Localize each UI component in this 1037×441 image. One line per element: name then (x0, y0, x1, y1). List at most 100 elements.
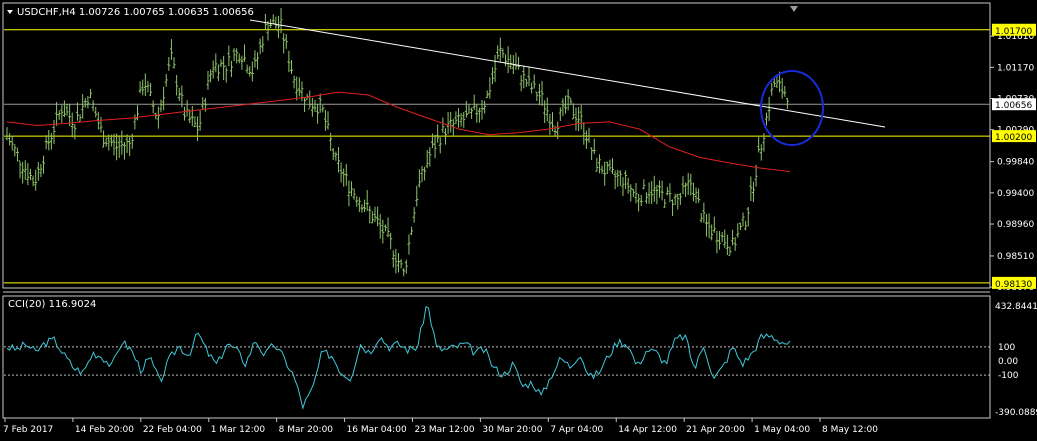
price-bar (360, 204, 364, 213)
price-bar (318, 93, 322, 113)
price-bar (631, 188, 635, 198)
price-bar (107, 134, 111, 151)
price-tick-label: 0.99840 (997, 158, 1034, 168)
metatrader-chart-window: 1.016101.011701.007301.002900.998400.994… (0, 0, 1037, 441)
time-tick-label: 1 Mar 12:00 (211, 425, 266, 435)
price-bar (271, 14, 275, 24)
price-bar (605, 161, 609, 175)
price-bar (227, 45, 231, 67)
price-bar (650, 181, 654, 205)
price-bar (261, 36, 265, 53)
price-tick-label: 0.98960 (997, 220, 1034, 230)
price-bar (394, 248, 398, 274)
price-bar (89, 88, 93, 99)
price-bar (480, 100, 484, 120)
price-bar (211, 60, 215, 79)
price-bar (5, 127, 9, 141)
trend-line[interactable] (249, 19, 886, 128)
price-bar (571, 103, 575, 120)
price-bar (151, 100, 155, 114)
price-bar (624, 170, 628, 189)
price-bar (389, 232, 393, 250)
price-bar (715, 230, 719, 254)
price-bar (350, 181, 354, 197)
cci-level-label: 100 (998, 343, 1015, 353)
price-bar (373, 206, 377, 222)
cci-level-label: -100 (998, 371, 1019, 381)
price-bar (467, 104, 471, 114)
price-bar (162, 86, 166, 111)
price-bar (660, 180, 664, 201)
price-bar (751, 181, 755, 202)
price-bar (621, 177, 625, 197)
price-bar (94, 106, 98, 118)
price-tag-2: 1.00200 (995, 133, 1032, 143)
price-bar (686, 172, 690, 195)
price-bar (524, 78, 528, 87)
menu-dropdown-icon[interactable] (7, 10, 13, 14)
chart-shift-marker-icon[interactable] (790, 6, 798, 12)
price-bar (263, 13, 267, 30)
price-bar (154, 112, 158, 120)
price-bar (472, 94, 476, 110)
cci-level-label: 0.00 (998, 357, 1018, 367)
main-chart-frame (2, 2, 991, 289)
price-bar (169, 39, 173, 60)
time-axis[interactable]: 7 Feb 2017 14 Feb 20:00 22 Feb 04:00 1 Mar … (3, 418, 878, 435)
time-tick-label: 23 Mar 12:00 (415, 425, 475, 435)
price-bar (770, 82, 774, 96)
price-bar (99, 116, 103, 133)
price-bar (718, 231, 722, 250)
price-bar (219, 59, 223, 68)
price-bar (681, 176, 685, 195)
price-bar (391, 250, 395, 268)
price-bar (363, 199, 367, 212)
price-bar (647, 182, 651, 204)
symbol-header: USDCHF,H4 1.00726 1.00765 1.00635 1.0065… (17, 7, 254, 18)
price-tick-label: 0.98510 (997, 252, 1034, 262)
price-bar (514, 52, 518, 70)
price-bar (577, 107, 581, 132)
cci-axis: 100 0.00 -100 432.8441 -390.0889 (995, 302, 1037, 418)
price-bar (600, 165, 604, 174)
price-bar (710, 224, 714, 241)
price-tick-label: 0.99400 (997, 189, 1034, 199)
price-bar (185, 100, 189, 117)
time-tick-label: 8 May 12:00 (822, 425, 878, 435)
price-bar (417, 169, 421, 188)
price-bar (289, 60, 293, 74)
time-tick-label: 7 Apr 04:00 (550, 425, 603, 435)
price-bar (642, 179, 646, 190)
price-bar (783, 85, 787, 97)
price-bar (245, 64, 249, 74)
price-bar (785, 97, 789, 109)
price-tag-0: 1.01700 (995, 27, 1032, 37)
price-bar (156, 106, 160, 129)
price-bar (493, 54, 497, 83)
price-bar (723, 229, 727, 248)
price-bar (70, 112, 74, 138)
price-bar (23, 160, 27, 180)
price-bar (198, 110, 202, 131)
price-bar (190, 106, 194, 127)
chart-canvas[interactable]: 1.016101.011701.007301.002900.998400.994… (0, 0, 1037, 441)
price-bar (138, 81, 142, 94)
price-axis[interactable]: 1.016101.011701.007301.002900.998400.994… (990, 32, 1034, 293)
price-bar (712, 216, 716, 233)
price-bar (519, 74, 523, 92)
price-bar (253, 50, 257, 68)
price-bar (644, 192, 648, 204)
price-bar (699, 213, 703, 223)
price-bar (65, 104, 69, 116)
price-tick-label: 1.01170 (997, 63, 1034, 73)
price-bar (616, 169, 620, 187)
price-bar (216, 64, 220, 82)
price-bar (728, 246, 732, 257)
price-bar (378, 214, 382, 239)
price-bar (545, 97, 549, 122)
price-bar (618, 170, 622, 186)
price-bar (517, 56, 521, 70)
cci-line-layer (6, 305, 791, 410)
price-bar (655, 184, 659, 205)
price-bar (663, 199, 667, 209)
